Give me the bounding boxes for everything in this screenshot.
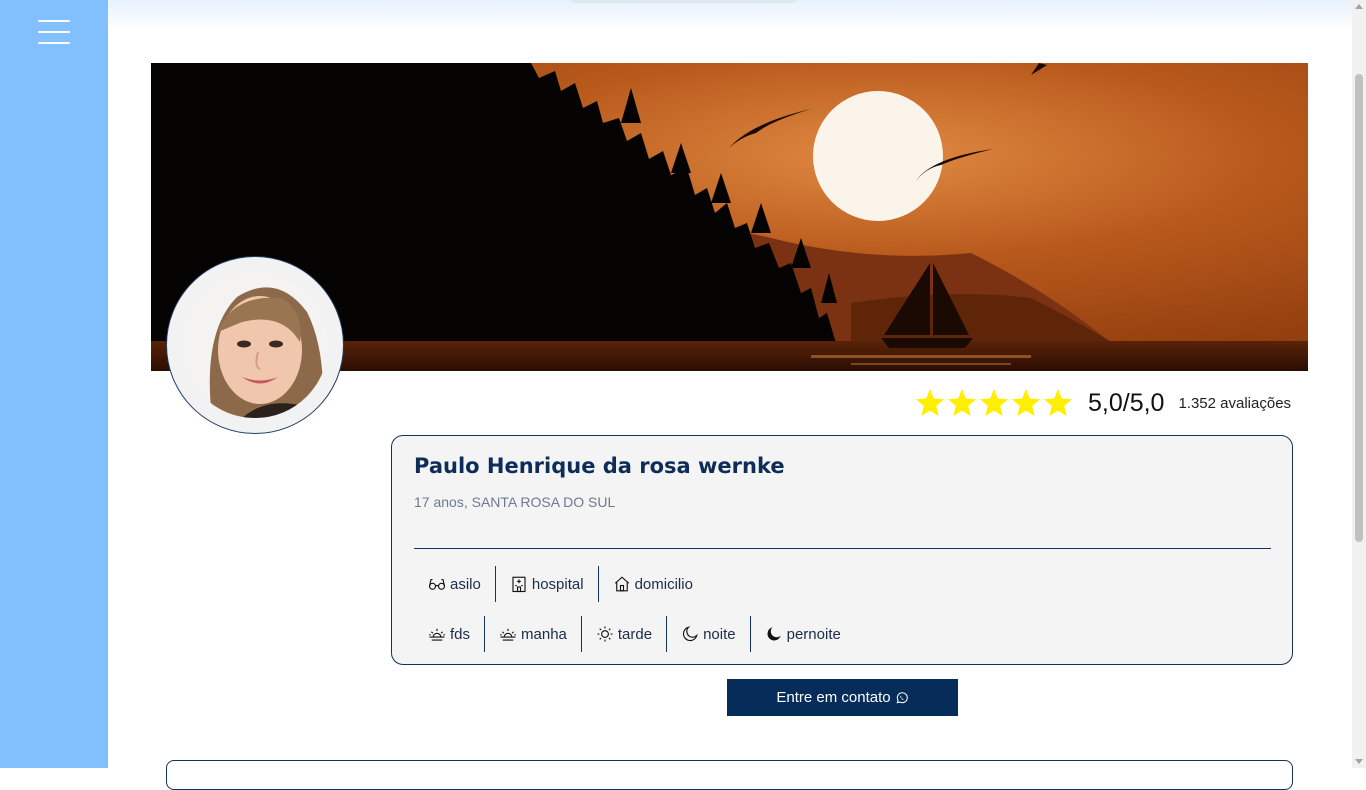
profile-photo [182,272,328,418]
divider [414,548,1271,549]
profile-card: Paulo Henrique da rosa wernke 17 anos, S… [391,435,1293,665]
tag-label: fds [450,625,471,643]
sunrise-icon [429,628,445,641]
sunrise-icon [500,628,516,641]
tag-label: manha [521,625,567,643]
sun-icon [597,626,613,642]
tag-label: hospital [531,575,584,593]
scrollbar[interactable] [1352,0,1366,768]
avatar [166,256,344,434]
glasses-icon [428,578,446,590]
tag-fds: fds [414,616,484,652]
star-icon [948,389,976,416]
tag-noite: noite [666,616,750,652]
scroll-up-arrow-icon[interactable] [1355,4,1363,9]
rating-score: 5,0/5,0 [1088,388,1165,417]
shifts-row: fds manha tarde noite pernoite [414,616,855,652]
house-icon [614,576,629,592]
tag-label: pernoite [786,625,841,643]
menu-icon[interactable] [38,20,70,44]
whatsapp-icon [896,691,908,703]
profile-name: Paulo Henrique da rosa wernke [414,454,785,478]
tag-asilo: asilo [414,566,495,602]
moon-filled-icon [767,627,781,641]
scroll-down-arrow-icon[interactable] [1355,759,1363,764]
tag-domicilio: domicilio [597,566,707,602]
tag-label: domicilio [634,575,693,593]
tag-hospital: hospital [494,566,598,602]
tag-label: tarde [617,625,653,643]
star-icon [1012,389,1040,416]
hospital-icon [512,576,526,593]
top-bar [108,0,1352,30]
sidebar [0,0,108,768]
star-icon [980,389,1008,416]
places-row: asilo hospital domicilio [414,566,707,602]
moon-outline-icon [683,626,698,642]
rating: 5,0/5,0 1.352 avaliações [914,386,1291,420]
tag-tarde: tarde [580,616,666,652]
rating-count: 1.352 avaliações [1178,394,1292,412]
star-icon [1044,389,1072,416]
scroll-thumb[interactable] [1355,74,1363,542]
contact-button[interactable]: Entre em contato [727,679,958,716]
tag-label: asilo [450,575,481,593]
profile-details: 17 anos, SANTA ROSA DO SUL [414,494,616,510]
contact-button-label: Entre em contato [776,689,891,706]
tag-manha: manha [484,616,581,652]
next-section-card [166,760,1293,790]
star-icon [916,389,944,416]
tag-pernoite: pernoite [749,616,855,652]
tag-label: noite [703,625,736,643]
